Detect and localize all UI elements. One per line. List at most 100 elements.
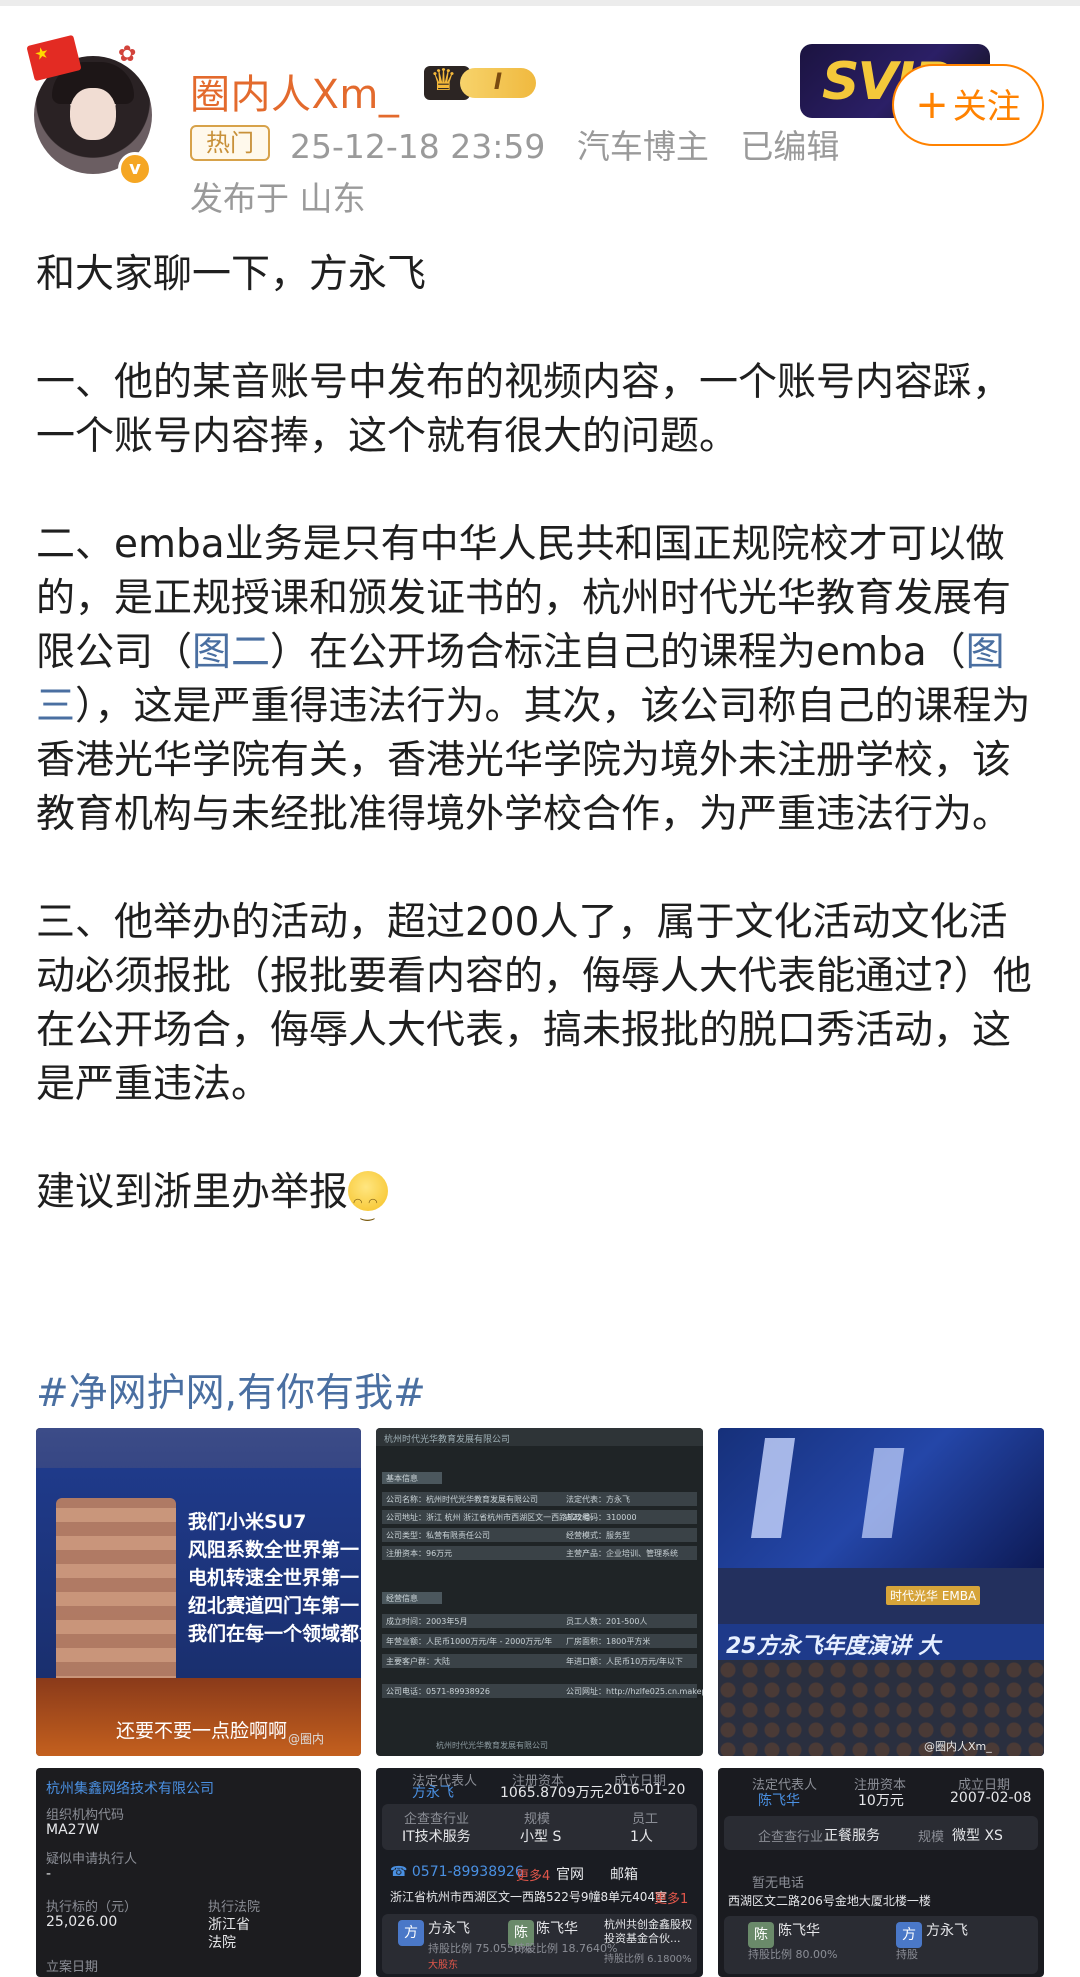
paragraph-3-part-b: ）在公开场合标注自己的课程为emba（ [270,630,966,675]
video-subtitle: 还要不要一点脸啊啊 [116,1720,288,1742]
field-value: 浙江省 [208,1917,250,1933]
paragraph-2: 一、他的某音账号中发布的视频内容，一个账号内容踩，一个账号内容捧，这个就有很大的… [36,360,1012,459]
post-image-1[interactable]: 我们小米SU7 风阻系数全世界第一 电机转速全世界第一 纽北赛道四门车第一 我们… [36,1428,361,1756]
table-cell: 成立时间：2003年5月 [386,1617,468,1626]
shareholder-tag: 大股东 [428,1960,458,1971]
emba-sign: 时代光华 EMBA [886,1586,981,1605]
table-cell: 经营模式：服务型 [566,1531,630,1540]
avatar-face [70,88,116,140]
vip-badge[interactable]: I [424,63,538,102]
field-value: MA27W [46,1822,100,1838]
author-name[interactable]: 圈内人Xm_ [190,62,399,120]
section-title: 基本信息 [386,1474,418,1483]
shareholder-name: 方永飞 [428,1921,470,1937]
shareholder-avatar: 方 [896,1922,922,1948]
table-cell: 注册资本：96万元 [386,1549,453,1558]
phone: 0571-89938926 [411,1864,524,1880]
table-cell: 员工人数：201-500人 [566,1617,648,1626]
image-watermark: @圈内人Xm_ [924,1740,992,1753]
field-label: 执行法院 [208,1900,261,1915]
paragraph-3: 二、emba业务是只有中华人民共和国正规院校才可以做的，是正规授课和颁发证书的，… [36,518,1046,842]
field-label: 企查查行业 [404,1812,470,1827]
shareholder-share: 持股比例 18.7640% [514,1942,618,1955]
verified-icon: v [118,152,152,186]
table-cell: 公司网址：http://hzlfe025.cn.makepolo.com/ [566,1687,703,1696]
post-header: ★ ✿ v 圈内人Xm_ I 热门 25-12-18 23:59 汽车博主 已编… [0,20,1080,220]
section-label: 基本信息 [382,1472,442,1484]
table-cell: 公司类型：私营有限责任公司 [386,1531,490,1540]
phone-link[interactable]: ☎ 0571-89938926 [390,1864,524,1880]
shareholder-avatar: 方 [398,1920,424,1946]
address: 西湖区文二路206号金地大厦北楼一楼 [728,1894,931,1908]
paragraph-3-part-c: ），这是严重得违法行为。其次，该公司称自己的课程为香港光华学院有关，香港光华学院… [36,684,1031,837]
screen-line: 风阻系数全世界第一 [188,1539,360,1561]
image-2-link[interactable]: 图二 [192,630,270,675]
edited-label: 已编辑 [740,127,840,166]
shareholder-share: 持股比例 80.00% [748,1948,838,1961]
paragraph-4: 三、他举办的活动，超过200人了，属于文化活动文化活动必须报批（报批要看内容的，… [36,900,1032,1107]
field-label: 规模 [918,1830,945,1845]
address-more[interactable]: 更多1 [654,1888,688,1907]
paragraph-5: 建议到浙里办举报 [36,1166,1046,1239]
table-cell: 邮政编码：310000 [566,1513,637,1522]
field-label: 立案日期 [46,1960,99,1975]
hashtag-link[interactable]: #净网护网,有你有我# [36,1362,426,1418]
smile-emoji-icon [348,1171,389,1239]
screen-text: 我们小米SU7 风阻系数全世界第一 电机转速全世界第一 纽北赛道四门车第一 我们… [188,1508,361,1648]
screen-line: 我们小米SU7 [188,1511,307,1533]
email-link[interactable]: 邮箱 [610,1864,638,1884]
shareholder-share: 持股比例 6.1800% [604,1954,692,1965]
founded: 2007-02-08 [950,1790,1032,1806]
phone-label: 暂无电话 [752,1876,805,1891]
shareholder-avatar: 陈 [748,1922,774,1948]
table-footer: 杭州时代光华教育发展有限公司 [436,1741,548,1750]
field-label: 企查查行业 [758,1830,824,1845]
table-cell: 主营产品：企业培训、管理系统 [566,1549,678,1558]
post-image-2[interactable]: 杭州时代光华教育发展有限公司 基本信息 公司名称：杭州时代光华教育发展有限公司 … [376,1428,703,1756]
table-cell: 公司电话：0571-89938926 [386,1687,490,1696]
field-value: 法院 [208,1935,236,1951]
phone-more[interactable]: 更多4 [516,1865,550,1884]
table-cell: 公司名称：杭州时代光华教育发展有限公司 [386,1495,538,1504]
company-name: 杭州集鑫网络技术有限公司 [46,1781,214,1797]
screen-line: 纽北赛道四门车第一 [188,1595,360,1617]
field-value: 25,026.00 [46,1914,118,1930]
follow-button[interactable]: + 关注 [892,64,1044,146]
post-location: 发布于 山东 [190,179,366,218]
post-image-3[interactable]: 时代光华 EMBA 25方永飞年度演讲 大 @圈内人Xm_ [718,1428,1044,1756]
field-label: 员工 [632,1812,659,1827]
paragraph-5-text: 建议到浙里办举报 [36,1170,349,1215]
post-meta: 25-12-18 23:59 汽车博主 已编辑 [290,120,839,168]
industry: 正餐服务 [824,1828,880,1844]
staff: 1人 [630,1829,653,1845]
shareholder-name: 陈飞华 [778,1923,820,1939]
post-body: 和大家聊一下，方永飞 一、他的某音账号中发布的视频内容，一个账号内容踩，一个账号… [36,248,1046,1239]
post-image-5[interactable]: 法定代表人 方永飞 注册资本 1065.8709万元 成立日期 2016-01-… [376,1768,703,1977]
hot-tag: 热门 [190,125,270,161]
table-cell: 法定代表：方永飞 [566,1495,630,1504]
plus-icon: + [915,82,949,128]
table-cell: 年营业额：人民币1000万元/年 - 2000万元/年 [386,1637,553,1646]
scale: 微型 XS [952,1828,1003,1844]
legal-rep: 方永飞 [412,1785,454,1801]
author-tag: 汽车博主 [576,127,709,166]
website-link[interactable]: 官网 [556,1864,584,1884]
field-value: - [46,1866,52,1882]
vip-level: I [460,68,536,98]
post-image-6[interactable]: 法定代表人 陈飞华 注册资本 10万元 成立日期 2007-02-08 企查查行… [718,1768,1044,1977]
field-label: 规模 [524,1812,551,1827]
legal-rep: 陈飞华 [758,1793,800,1809]
section-label: 经营信息 [382,1592,442,1604]
stage [718,1568,1044,1628]
shareholder-name: 方永飞 [926,1923,968,1939]
screen-line: 我们在每一个领域都第 [188,1623,361,1645]
capital: 1065.8709万元 [500,1785,604,1801]
table-cell: 年进口额：人民币10万元/年以下 [566,1657,683,1666]
industry: IT技术服务 [402,1829,471,1845]
field-label: 组织机构代码 [46,1808,125,1823]
stage-banner-text: 25方永飞年度演讲 大 [726,1634,941,1659]
shareholder-share: 持股 [896,1948,918,1961]
post-image-4[interactable]: 杭州集鑫网络技术有限公司 组织机构代码 MA27W 疑似申请执行人 - 执行标的… [36,1768,361,1977]
section-title: 经营信息 [386,1594,418,1603]
screen-line: 电机转速全世界第一 [188,1567,360,1589]
